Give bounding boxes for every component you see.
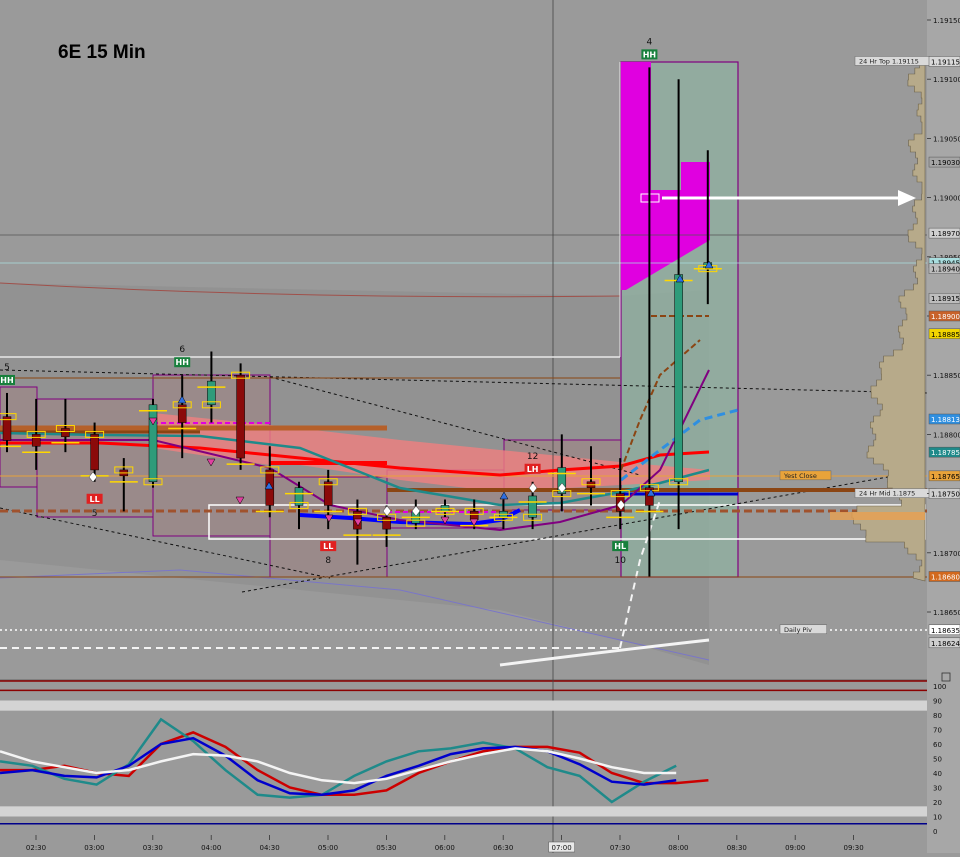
time-tick-3: 04:00 (201, 844, 221, 852)
swing-tag-5: LL (323, 542, 333, 551)
osc-tick-1: 90 (933, 698, 942, 706)
time-tick-5: 05:00 (318, 844, 338, 852)
price-tick-3: 1.19000 (933, 195, 960, 203)
swing-number-0: 4 (647, 37, 653, 47)
candle-body-5 (148, 404, 158, 483)
price-label-10: 1.18765 (931, 473, 960, 481)
time-tick-10: 07:30 (610, 844, 630, 852)
price-label-0: 1.19115 (931, 58, 960, 66)
price-tick-7: 1.18800 (933, 431, 960, 439)
time-tick-7: 06:00 (435, 844, 455, 852)
swing-tag-6: HL (614, 542, 626, 551)
candle-body-0 (2, 416, 12, 441)
swing-number-2: 6 (179, 345, 185, 355)
price-tick-2: 1.19050 (933, 135, 960, 143)
price-chart[interactable]: HH 4 HH 5 HH 6 LH 12 LL 5 LL 8 HL 10 24 Hr Top 1.1911… (0, 0, 960, 853)
osc-tick-10: 0 (933, 828, 937, 836)
magenta-zone-top (681, 162, 710, 190)
price-axis-bg (927, 0, 960, 853)
price-label-8: 1.18813 (931, 416, 960, 424)
price-label-7: 1.18885 (931, 331, 960, 339)
osc-lower-band (0, 806, 927, 817)
swing-tag-4: LL (89, 495, 99, 504)
candle-body-8 (236, 374, 245, 459)
time-tick-8: 06:30 (493, 844, 513, 852)
level-label-1: Yest Close (783, 472, 817, 480)
price-label-4: 1.18940 (931, 266, 960, 274)
time-tick-14: 09:30 (844, 844, 864, 852)
candle-body-13 (382, 517, 391, 530)
candle-body-2 (61, 428, 70, 438)
time-tick-4: 04:30 (260, 844, 280, 852)
price-label-9: 1.18785 (931, 449, 960, 457)
candle-body-1 (31, 434, 41, 447)
price-tick-10: 1.18650 (933, 609, 960, 617)
price-label-2: 1.18970 (931, 230, 960, 238)
swing-number-6: 10 (614, 556, 626, 566)
osc-tick-7: 30 (933, 785, 942, 793)
level-label-2: 24 Hr Mid 1.1875 (859, 490, 915, 498)
swing-number-3: 12 (527, 452, 538, 462)
time-tick-0: 02:30 (26, 844, 46, 852)
price-tick-6: 1.18850 (933, 372, 960, 380)
osc-tick-0: 100 (933, 683, 946, 691)
level-label-3: Daily Piv (784, 626, 812, 634)
swing-number-1: 5 (4, 363, 10, 373)
swing-tag-1: HH (0, 376, 13, 385)
chart-root: HH 4 HH 5 HH 6 LH 12 LL 5 LL 8 HL 10 24 Hr Top 1.1911… (0, 0, 960, 853)
osc-tick-6: 40 (933, 770, 942, 778)
time-tick-6: 05:30 (376, 844, 396, 852)
time-tick-1: 03:00 (84, 844, 104, 852)
swing-number-5: 8 (325, 556, 331, 566)
swing-tag-0: HH (643, 50, 656, 59)
time-tick-2: 03:30 (143, 844, 163, 852)
candle-body-16 (469, 511, 479, 520)
chart-title: 6E 15 Min (58, 42, 146, 63)
price-label-5: 1.18915 (931, 295, 960, 303)
swing-tag-2: HH (176, 358, 189, 367)
candle-body-23 (674, 274, 683, 483)
osc-tick-5: 50 (933, 756, 942, 764)
price-label-12: 1.18680 (931, 573, 960, 581)
price-label-14: 1.18624 (931, 640, 960, 648)
price-label-1: 1.19030 (931, 159, 960, 167)
osc-tick-8: 20 (933, 799, 942, 807)
osc-upper-band (0, 700, 927, 711)
osc-tick-2: 80 (933, 712, 942, 720)
time-tick-11: 08:00 (668, 844, 688, 852)
profile-poc (830, 512, 925, 520)
price-label-13: 1.18635 (931, 627, 960, 635)
candle-body-3 (90, 434, 99, 471)
swing-tag-3: LH (527, 465, 539, 474)
osc-tick-4: 60 (933, 741, 942, 749)
price-tick-9: 1.18700 (933, 550, 960, 558)
time-tick-13: 09:00 (785, 844, 805, 852)
swing-number-4: 5 (92, 509, 98, 519)
candle-body-7 (207, 380, 216, 406)
price-tick-1: 1.19100 (933, 76, 960, 84)
osc-tick-3: 70 (933, 727, 942, 735)
time-tick-12: 08:30 (727, 844, 747, 852)
time-cursor-label: 07:00 (552, 844, 572, 852)
price-tick-0: 1.19150 (933, 17, 960, 25)
price-label-6: 1.18900 (931, 313, 960, 321)
osc-tick-9: 10 (933, 814, 942, 822)
candle-body-11 (323, 481, 333, 506)
price-label-11: 1.18750 (931, 491, 960, 499)
level-label-0: 24 Hr Top 1.19115 (859, 57, 919, 65)
